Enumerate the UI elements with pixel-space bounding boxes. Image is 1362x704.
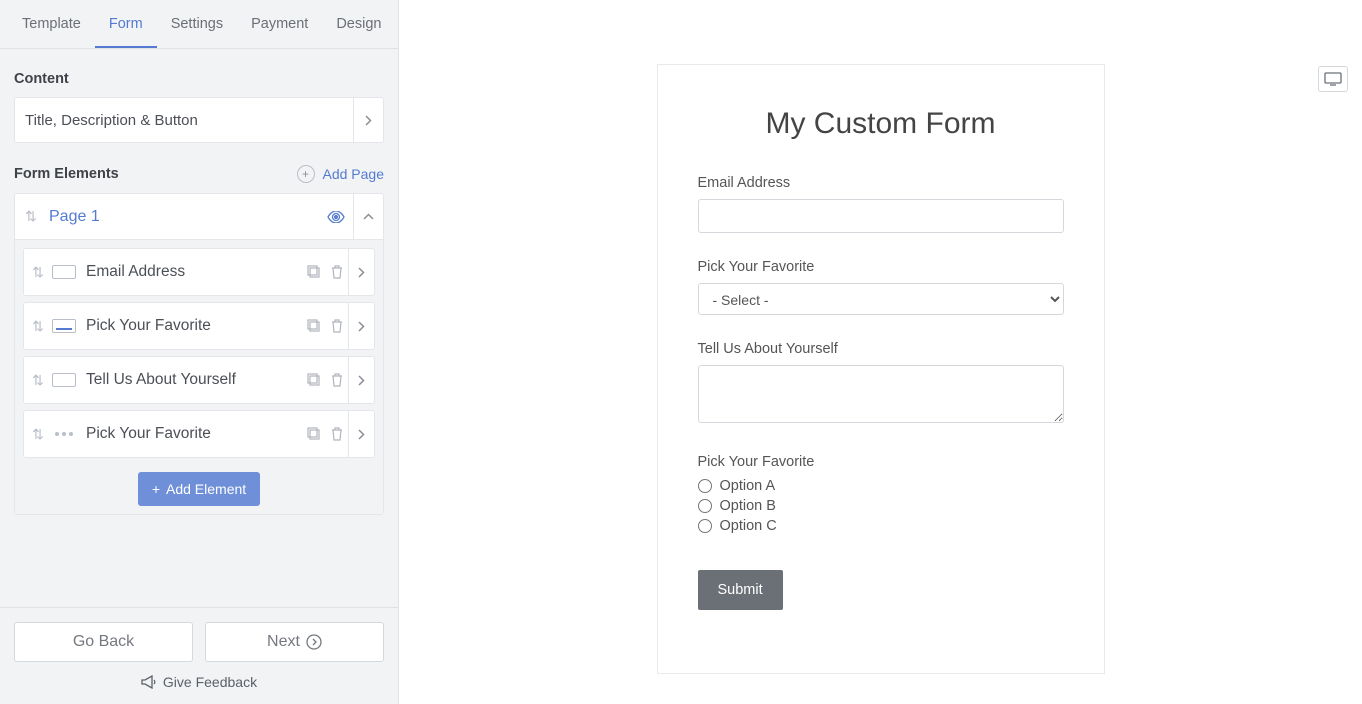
field-radio: Pick Your Favorite Option A Option B Opt… — [698, 454, 1064, 534]
radio-option-label: Option B — [720, 498, 776, 514]
chevron-right-icon — [353, 98, 383, 142]
select-field-icon — [52, 319, 76, 333]
page-block: ⇅ Page 1 ⇅ Email Address — [14, 193, 384, 515]
duplicate-icon[interactable] — [302, 373, 326, 387]
visibility-icon[interactable] — [319, 211, 353, 223]
tab-settings[interactable]: Settings — [157, 0, 237, 48]
email-input[interactable] — [698, 199, 1064, 233]
element-item[interactable]: ⇅ Email Address — [23, 248, 375, 296]
element-item[interactable]: ⇅ Tell Us About Yourself — [23, 356, 375, 404]
preview-canvas: My Custom Form Email Address Pick Your F… — [399, 0, 1362, 704]
desktop-icon — [1324, 72, 1342, 86]
page-title: Page 1 — [39, 208, 319, 226]
radio-input[interactable] — [698, 479, 712, 493]
give-feedback-link[interactable]: Give Feedback — [14, 674, 384, 690]
about-textarea[interactable] — [698, 365, 1064, 423]
submit-button[interactable]: Submit — [698, 570, 783, 610]
duplicate-icon[interactable] — [302, 265, 326, 279]
megaphone-icon — [141, 675, 157, 689]
form-preview: My Custom Form Email Address Pick Your F… — [657, 64, 1105, 674]
page-header[interactable]: ⇅ Page 1 — [15, 194, 383, 240]
field-label: Email Address — [698, 175, 1064, 191]
chevron-right-icon — [348, 411, 374, 457]
trash-icon[interactable] — [326, 319, 348, 333]
plus-icon: + — [297, 165, 315, 183]
field-label: Pick Your Favorite — [698, 454, 1064, 470]
chevron-right-icon — [348, 249, 374, 295]
text-field-icon — [52, 265, 76, 279]
trash-icon[interactable] — [326, 373, 348, 387]
drag-handle-icon[interactable]: ⇅ — [30, 264, 46, 281]
add-element-button[interactable]: + Add Element — [138, 472, 260, 506]
radio-option[interactable]: Option A — [698, 478, 1064, 494]
radio-option-label: Option A — [720, 478, 776, 494]
textarea-field-icon — [52, 373, 76, 387]
drag-handle-icon[interactable]: ⇅ — [23, 208, 39, 225]
field-select: Pick Your Favorite - Select - — [698, 259, 1064, 315]
radio-option[interactable]: Option B — [698, 498, 1064, 514]
chevron-up-icon[interactable] — [353, 194, 383, 240]
element-list: ⇅ Email Address ⇅ Pick Your Favorite — [15, 240, 383, 514]
radio-field-icon — [52, 427, 76, 441]
radio-input[interactable] — [698, 519, 712, 533]
content-item-label: Title, Description & Button — [25, 112, 353, 129]
element-label: Pick Your Favorite — [86, 425, 302, 443]
field-email: Email Address — [698, 175, 1064, 233]
field-textarea: Tell Us About Yourself — [698, 341, 1064, 428]
chevron-right-icon — [348, 303, 374, 349]
tab-payment[interactable]: Payment — [237, 0, 322, 48]
drag-handle-icon[interactable]: ⇅ — [30, 372, 46, 389]
radio-option-label: Option C — [720, 518, 777, 534]
add-element-label: Add Element — [166, 481, 246, 497]
radio-option[interactable]: Option C — [698, 518, 1064, 534]
element-label: Tell Us About Yourself — [86, 371, 302, 389]
trash-icon[interactable] — [326, 265, 348, 279]
tab-form[interactable]: Form — [95, 0, 157, 48]
chevron-right-icon — [348, 357, 374, 403]
sidebar-tabs: Template Form Settings Payment Design — [0, 0, 398, 49]
drag-handle-icon[interactable]: ⇅ — [30, 318, 46, 335]
plus-icon: + — [152, 481, 160, 497]
add-page-button[interactable]: + Add Page — [297, 165, 385, 183]
arrow-right-icon — [306, 634, 322, 650]
form-title: My Custom Form — [698, 107, 1064, 141]
trash-icon[interactable] — [326, 427, 348, 441]
content-item-title-desc-button[interactable]: Title, Description & Button — [14, 97, 384, 143]
add-page-label: Add Page — [323, 166, 385, 182]
feedback-label: Give Feedback — [163, 674, 257, 690]
content-section-label: Content — [0, 49, 398, 97]
field-label: Pick Your Favorite — [698, 259, 1064, 275]
duplicate-icon[interactable] — [302, 319, 326, 333]
radio-input[interactable] — [698, 499, 712, 513]
next-button[interactable]: Next — [205, 622, 384, 662]
favorite-select[interactable]: - Select - — [698, 283, 1064, 315]
field-label: Tell Us About Yourself — [698, 341, 1064, 357]
element-item[interactable]: ⇅ Pick Your Favorite — [23, 302, 375, 350]
element-label: Pick Your Favorite — [86, 317, 302, 335]
builder-sidebar: Template Form Settings Payment Design Co… — [0, 0, 399, 704]
device-preview-button[interactable] — [1318, 66, 1348, 92]
drag-handle-icon[interactable]: ⇅ — [30, 426, 46, 443]
tab-template[interactable]: Template — [8, 0, 95, 48]
element-item[interactable]: ⇅ Pick Your Favorite — [23, 410, 375, 458]
sidebar-footer: Go Back Next Give Feedback — [0, 607, 398, 704]
tab-design[interactable]: Design — [322, 0, 395, 48]
go-back-button[interactable]: Go Back — [14, 622, 193, 662]
duplicate-icon[interactable] — [302, 427, 326, 441]
next-label: Next — [267, 633, 300, 651]
element-label: Email Address — [86, 263, 302, 281]
form-elements-section-label: Form Elements — [14, 166, 297, 182]
